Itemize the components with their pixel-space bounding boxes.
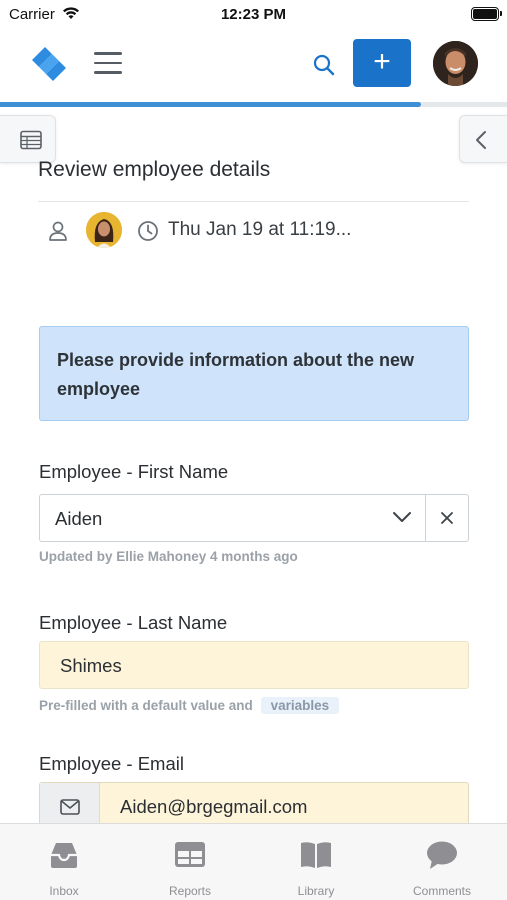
- app-header: [0, 30, 507, 102]
- first-name-select[interactable]: Aiden: [39, 494, 469, 542]
- tab-inbox-label: Inbox: [49, 884, 79, 898]
- first-name-label: Employee - First Name: [39, 461, 229, 482]
- chevron-left-icon: [476, 131, 486, 149]
- email-value: Aiden@brgegmail.com: [120, 796, 308, 817]
- variables-tag[interactable]: variables: [260, 697, 340, 714]
- first-name-value: Aiden: [55, 508, 103, 529]
- page-title: Review employee details: [38, 158, 271, 181]
- info-callout-text: Please provide information about the new…: [57, 350, 415, 399]
- tab-library[interactable]: Library: [253, 824, 379, 900]
- envelope-icon: [60, 799, 80, 815]
- task-meta-row: Thu Jan 19 at 11:19...: [38, 210, 469, 252]
- progress-fill: [0, 102, 421, 107]
- first-name-helper: Updated by Ellie Mahoney 4 months ago: [39, 549, 298, 564]
- clear-button[interactable]: [426, 495, 469, 541]
- status-bar: Carrier 12:23 PM: [0, 0, 507, 30]
- tab-comments[interactable]: Comments: [379, 824, 505, 900]
- table-view-toggle[interactable]: [0, 115, 56, 163]
- menu-icon[interactable]: [94, 52, 122, 76]
- chevron-down-icon[interactable]: [392, 511, 412, 523]
- last-name-helper-text: Pre-filled with a default value and: [39, 698, 253, 713]
- last-name-input[interactable]: Shimes: [39, 641, 469, 689]
- assignee-avatar[interactable]: [86, 212, 122, 248]
- email-label: Employee - Email: [39, 753, 184, 774]
- last-name-value: Shimes: [60, 655, 122, 676]
- search-icon[interactable]: [311, 52, 337, 78]
- clock-icon: [138, 221, 158, 241]
- progress-bar: [0, 102, 507, 107]
- add-button[interactable]: +: [353, 39, 411, 87]
- task-date: Thu Jan 19 at 11:19...: [168, 219, 352, 240]
- tab-inbox[interactable]: Inbox: [1, 824, 127, 900]
- tab-library-label: Library: [297, 884, 335, 898]
- tab-reports-label: Reports: [168, 884, 212, 898]
- table-icon: [20, 130, 42, 150]
- assignee-icon: [49, 221, 67, 241]
- tab-reports[interactable]: Reports: [127, 824, 253, 900]
- bottom-tab-bar: Inbox Reports Library Comments: [0, 823, 507, 900]
- tab-comments-label: Comments: [412, 884, 471, 898]
- last-name-label: Employee - Last Name: [39, 612, 228, 633]
- battery-icon: [471, 7, 502, 21]
- close-icon: [441, 512, 453, 524]
- collapse-panel-toggle[interactable]: [459, 115, 507, 163]
- library-icon: [301, 842, 331, 868]
- assignee-photo-icon: [86, 212, 122, 248]
- title-divider: [38, 201, 469, 202]
- user-photo-icon: [433, 41, 478, 86]
- inbox-icon: [51, 843, 77, 868]
- app-logo-icon[interactable]: [28, 43, 70, 85]
- status-time: 12:23 PM: [220, 6, 287, 23]
- reports-icon: [175, 842, 205, 867]
- comments-icon: [427, 841, 457, 869]
- avatar[interactable]: [433, 41, 478, 86]
- last-name-helper: Pre-filled with a default value and vari…: [39, 697, 340, 714]
- info-callout: Please provide information about the new…: [39, 326, 469, 421]
